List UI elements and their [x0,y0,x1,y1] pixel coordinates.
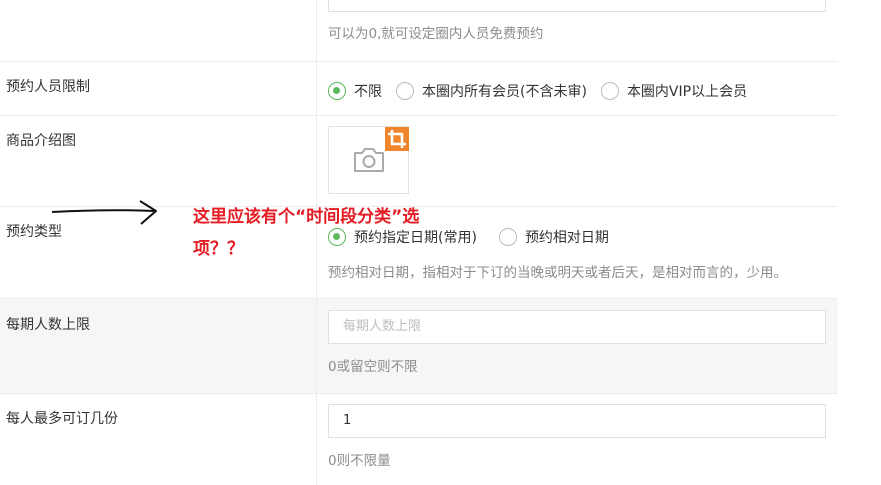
capacity-label: 每期人数上限 [6,317,90,333]
radio-option-all-members[interactable]: 本圈内所有会员(不含未审) [396,81,587,101]
radio-unchecked-icon[interactable] [498,228,517,246]
fee-input[interactable]: … [328,0,826,12]
radio-label: 本圈内所有会员(不含未审) [422,84,587,100]
annotation-arrow-icon [51,200,157,225]
booking-restriction-label: 预约人员限制 [6,79,90,95]
radio-label: 不限 [354,84,382,100]
annotation-text-line1: 这里应该有个“时间段分类”选 [193,207,420,227]
row-divider [0,393,838,394]
radio-unchecked-icon[interactable] [600,82,619,100]
booking-type-radios: 预约指定日期(常用) 预约相对日期 [328,227,623,247]
radio-checked-icon[interactable] [328,228,346,246]
product-image-label: 商品介绍图 [6,133,76,149]
radio-option-unlimited[interactable]: 不限 [328,81,382,101]
max-per-person-label: 每人最多可订几份 [6,411,118,427]
radio-option-relative-date[interactable]: 预约相对日期 [498,227,609,247]
fee-help: 可以为0,就可设定圈内人员免费预约 [328,26,544,42]
max-per-person-input[interactable]: 1 [328,404,826,438]
radio-checked-icon[interactable] [328,82,346,100]
radio-unchecked-icon[interactable] [396,82,414,100]
camera-icon [354,148,384,172]
radio-option-vip-members[interactable]: 本圈内VIP以上会员 [600,81,748,101]
capacity-input[interactable]: 每期人数上限 [328,310,826,344]
radio-label: 预约指定日期(常用) [354,230,477,246]
radio-label: 本圈内VIP以上会员 [626,84,748,100]
row-divider [0,61,838,62]
booking-type-help: 预约相对日期，指相对于下订的当晚或明天或者后天，是相对而言的，少用。 [328,265,787,281]
booking-restriction-radios: 不限 本圈内所有会员(不含未审) 本圈内VIP以上会员 [328,81,761,101]
crop-icon[interactable] [385,127,409,151]
column-divider [316,0,317,485]
row-divider [0,115,838,116]
max-per-person-help: 0则不限量 [328,453,391,469]
radio-option-specific-date[interactable]: 预约指定日期(常用) [328,227,477,247]
annotation-text-line2: 项？？ [193,239,244,259]
row-divider [0,298,838,299]
capacity-help: 0或留空则不限 [328,359,418,375]
radio-label: 预约相对日期 [524,230,609,246]
